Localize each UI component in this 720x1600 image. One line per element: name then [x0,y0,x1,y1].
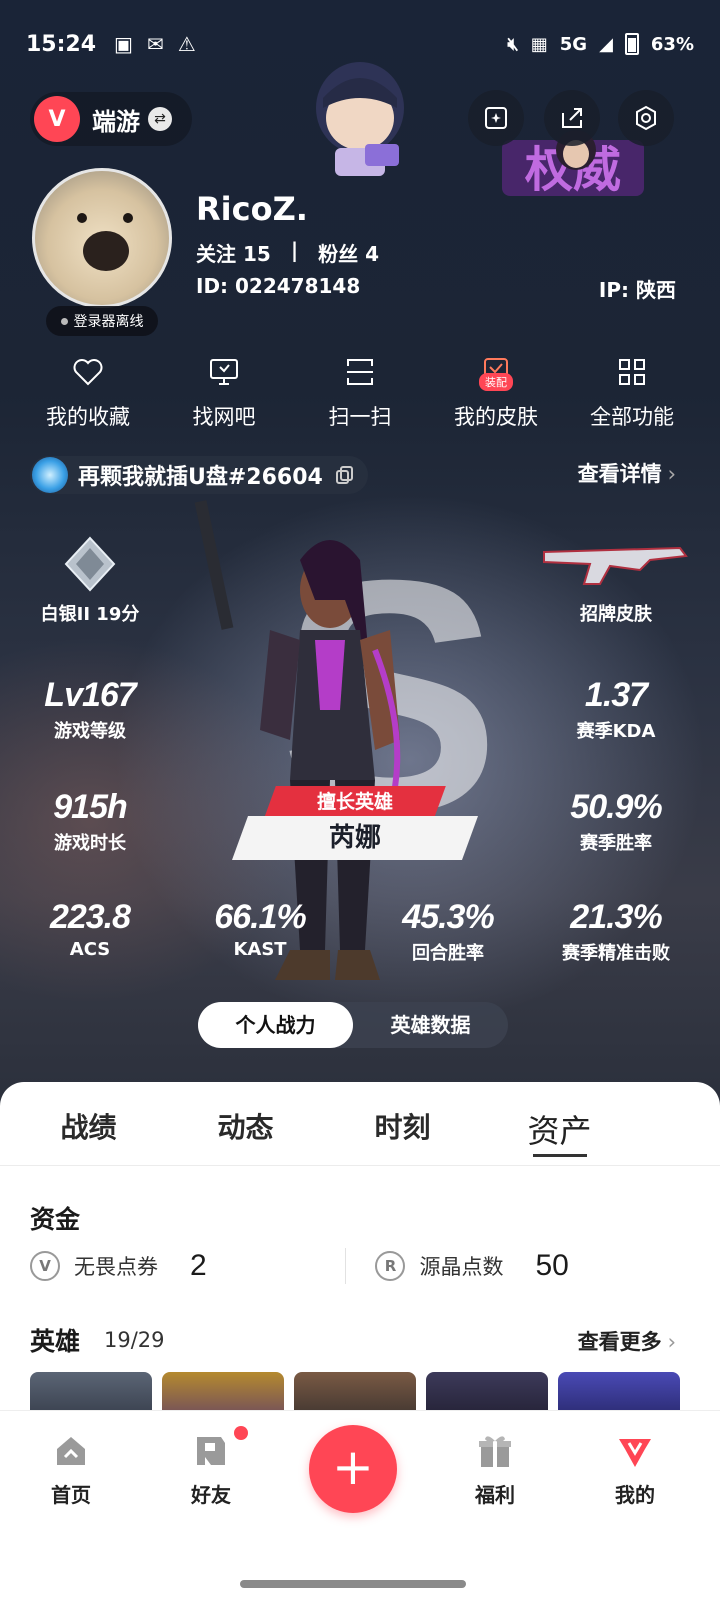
radianite-points-icon: R [375,1251,406,1281]
view-details-link[interactable]: 查看详情 › [578,458,676,488]
home-icon [57,1437,85,1465]
status-dot-icon [60,317,68,325]
stat-round-winrate: 45.3% 回合胜率 [402,898,494,964]
friends-icon [197,1437,225,1465]
stat-acs: 223.8 ACS [49,898,131,960]
gift-icon [479,1436,511,1467]
stat-playtime: 915h 游戏时长 [53,788,128,854]
quick-actions: 我的收藏 找网吧 扫一扫 装配 我的皮肤 全部功能 [20,355,700,431]
heroes-title: 英雄 [30,1327,81,1356]
valorant-logo-icon: V [34,96,80,142]
ip-location: IP: 陕西 [598,278,676,302]
divider [344,1248,346,1284]
my-skins-button[interactable]: 装配 我的皮肤 [428,355,564,431]
fans-link[interactable]: 粉丝 4 [318,238,379,267]
chibi-sticker-icon [316,62,404,176]
signal-icon: ◢ [599,33,613,55]
funds-title: 资金 [30,1205,81,1234]
sim-icon: ▣ [114,32,133,56]
tab-assets[interactable]: 资产 [481,1082,638,1165]
rank-text: 白银II 19分 [40,604,140,625]
rank-silver-icon [64,536,116,592]
data-view-toggle: 个人战力 英雄数据 [198,1002,508,1048]
chevron-right-icon: › [667,462,676,486]
heroes-count: 19/29 [104,1328,165,1352]
nav-mine[interactable]: 我的 [580,1431,690,1508]
mute-icon: 🔇︎ [507,33,519,55]
best-hero-banner[interactable]: 擅长英雄 芮娜 [231,786,479,862]
chevron-right-icon: › [667,1330,676,1354]
login-status-badge: 登录器离线 [46,306,158,336]
tab-records[interactable]: 战绩 [10,1082,167,1165]
settings-icon [636,105,656,131]
notification-dot [234,1426,248,1440]
nav-welfare[interactable]: 福利 [440,1431,550,1508]
nav-friends[interactable]: 好友 [156,1431,266,1508]
swap-icon: ⇄ [148,107,172,131]
all-features-button[interactable]: 全部功能 [564,355,700,431]
bottom-navigation: 首页 好友 + 福利 我的 [0,1410,720,1600]
skin-weapon-icon [543,546,688,585]
profile-icon [619,1439,651,1467]
nfc-icon: ▦ [530,33,548,55]
funds-row: V 无畏点券 2 R 源晶点数 50 [30,1236,690,1296]
edit-card-button[interactable] [468,90,524,146]
edit-icon [485,107,507,129]
toggle-hero-data[interactable]: 英雄数据 [353,1002,508,1048]
vp-item: V 无畏点券 2 [30,1249,345,1283]
mail-icon: ✉ [146,32,164,56]
login-status-text: 登录器离线 [73,314,144,330]
share-button[interactable] [544,90,600,146]
battery-level: 63% [650,33,694,55]
monitor-icon [210,359,238,385]
stat-precise-kills: 21.3% 赛季精准击败 [562,898,670,964]
follow-link[interactable]: 关注 15 [196,238,271,267]
toggle-personal-power[interactable]: 个人战力 [198,1002,353,1048]
tab-feed[interactable]: 动态 [167,1082,324,1165]
stat-kda: 1.37 赛季KDA [576,676,656,742]
create-post-button[interactable]: + [309,1425,397,1513]
scan-button[interactable]: 扫一扫 [292,355,428,431]
stat-level: Lv167 游戏等级 [44,676,136,742]
heart-icon [73,359,103,386]
stat-season-winrate: 50.9% 赛季胜率 [570,788,662,854]
status-time: 15:24 [26,31,97,57]
grid-icon [619,359,645,385]
best-hero-name: 芮娜 [328,823,381,853]
home-indicator[interactable] [240,1580,466,1588]
follow-stats: 关注 15 | 粉丝 4 [196,238,379,267]
view-more-link[interactable]: 查看更多 › [578,1326,676,1356]
internet-cafe-button[interactable]: 找网吧 [156,355,292,431]
signature-skin-label: 招牌皮肤 [580,604,652,625]
game-switch-button[interactable]: V 端游 ⇄ [30,92,192,146]
valorant-points-icon: V [30,1251,60,1281]
content-tabs: 战绩 动态 时刻 资产 [0,1082,720,1166]
player-card-icon [32,457,68,493]
avatar[interactable] [32,168,172,308]
username: RicoZ. [196,190,308,228]
equip-tag: 装配 [479,373,513,391]
battery-icon [624,33,639,55]
best-hero-tag: 擅长英雄 [316,791,393,813]
favorites-button[interactable]: 我的收藏 [20,355,156,431]
stat-kast: 66.1% KAST [214,898,306,960]
rp-item: R 源晶点数 50 [375,1249,690,1283]
settings-button[interactable] [618,90,674,146]
game-name: 端游 [92,107,140,136]
warning-icon: ⚠ [177,32,196,56]
scan-icon [347,359,373,385]
share-icon [562,108,582,128]
tab-moments[interactable]: 时刻 [324,1082,481,1165]
nav-home[interactable]: 首页 [16,1431,126,1508]
network-label: 5G [559,33,588,55]
follow-separator: | [290,238,299,262]
user-id: ID: 022478148 [196,274,361,298]
hero-background: 15:24 ▣ ✉ ⚠ 🔇︎ ▦ 5G ◢ 63% V 端游 ⇄ 权威 登录器离… [0,0,720,1120]
